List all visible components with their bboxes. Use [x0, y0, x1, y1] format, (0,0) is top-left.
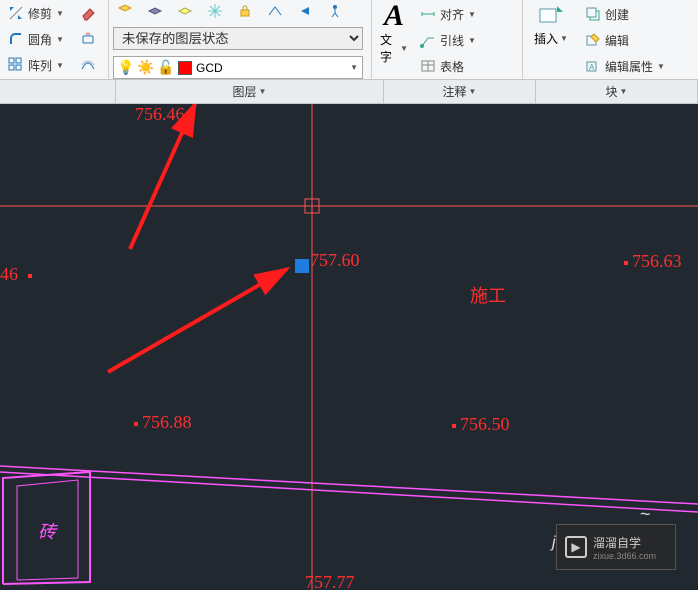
table-button[interactable]: 表格: [416, 56, 468, 77]
explode-icon: [80, 31, 96, 47]
chevron-down-icon: ▼: [468, 10, 476, 19]
annotation-arrows: [0, 104, 698, 590]
lock-open-icon: 🔓: [158, 60, 174, 76]
fillet-icon: [8, 31, 24, 47]
offset-icon: [80, 57, 96, 73]
chevron-down-icon: ▼: [56, 35, 64, 44]
eraser-icon: [80, 5, 96, 21]
layer-tool-1[interactable]: [113, 1, 137, 21]
layer-dropdown[interactable]: 💡 ☀️ 🔓 GCD ▼: [113, 56, 363, 79]
dim-align-button[interactable]: 对齐 ▼: [416, 4, 480, 25]
layer-prev-icon: [297, 3, 313, 19]
block-editattr-button[interactable]: A 编辑属性 ▼: [581, 56, 669, 77]
layer-tool-6[interactable]: [263, 1, 287, 21]
trim-icon: [8, 5, 24, 21]
layer-icon: [117, 3, 133, 19]
modify-group: 修剪 ▼ 圆角 ▼ 阵列 ▼: [0, 0, 72, 79]
block-group: 插入 ▼ 创建 编辑 A 编辑属性 ▼: [523, 0, 698, 79]
dim-align-label: 对齐: [440, 6, 464, 23]
create-icon: [585, 6, 601, 22]
chevron-down-icon: ▼: [620, 87, 628, 96]
chevron-down-icon: ▼: [259, 87, 267, 96]
array-label: 阵列: [28, 57, 52, 74]
text-icon: A: [384, 3, 404, 29]
table-label: 表格: [440, 58, 464, 75]
drawing-area[interactable]: 756.46 46 757.60 756.63 施工 756.88 756.50…: [0, 104, 698, 590]
modify-aux-group: [72, 0, 108, 79]
insert-label: 插入: [534, 30, 558, 47]
svg-text:A: A: [589, 63, 595, 72]
text-button[interactable]: A 文字 ▼: [376, 1, 412, 79]
chevron-down-icon: ▼: [56, 61, 64, 70]
chevron-down-icon: ▼: [657, 62, 665, 71]
layer-color-swatch: [178, 61, 192, 75]
layer-state-select[interactable]: 未保存的图层状态: [113, 27, 363, 50]
watermark-url: zixue.3d66.com: [593, 551, 656, 561]
ribbon: 修剪 ▼ 圆角 ▼ 阵列 ▼: [0, 0, 698, 80]
explode-button[interactable]: [76, 29, 100, 49]
trim-label: 修剪: [28, 5, 52, 22]
chevron-down-icon: ▼: [468, 36, 476, 45]
dim-icon: [420, 6, 436, 22]
layer-freeze-icon: [207, 3, 223, 19]
edit-icon: [585, 32, 601, 48]
block-editattr-label: 编辑属性: [605, 58, 653, 75]
array-button[interactable]: 阵列 ▼: [4, 55, 68, 76]
sun-icon: ☀️: [138, 60, 154, 76]
layer-tool-8[interactable]: [323, 1, 347, 21]
insert-button[interactable]: 插入 ▼: [527, 1, 575, 79]
block-create-label: 创建: [605, 6, 629, 23]
layer-tool-7[interactable]: [293, 1, 317, 21]
fillet-button[interactable]: 圆角 ▼: [4, 29, 68, 50]
erase-button[interactable]: [76, 3, 100, 23]
panel-block[interactable]: 块▼: [536, 80, 698, 103]
block-edit-button[interactable]: 编辑: [581, 30, 633, 51]
panel-annotation[interactable]: 注释▼: [384, 80, 536, 103]
leader-button[interactable]: 引线 ▼: [416, 30, 480, 51]
panel-layer[interactable]: 图层▼: [116, 80, 384, 103]
fillet-label: 圆角: [28, 31, 52, 48]
play-icon: ▶: [565, 536, 587, 558]
layer-tool-2[interactable]: [143, 1, 167, 21]
table-icon: [420, 58, 436, 74]
leader-icon: [420, 32, 436, 48]
leader-label: 引线: [440, 32, 464, 49]
layer-group: 未保存的图层状态 💡 ☀️ 🔓 GCD ▼: [109, 0, 371, 79]
layer-match-icon: [267, 3, 283, 19]
trim-button[interactable]: 修剪 ▼: [4, 3, 68, 24]
layer-off-icon: [147, 3, 163, 19]
attr-icon: A: [585, 58, 601, 74]
chevron-down-icon: ▼: [560, 34, 568, 43]
text-label: 文字: [380, 31, 398, 65]
layer-walk-icon: [327, 3, 343, 19]
layer-tool-4[interactable]: [203, 1, 227, 21]
chevron-down-icon: ▼: [56, 9, 64, 18]
chevron-down-icon: ▼: [350, 63, 358, 72]
block-create-button[interactable]: 创建: [581, 4, 633, 25]
watermark: ▶ 溜溜自学 zixue.3d66.com: [556, 524, 676, 570]
offset-button[interactable]: [76, 55, 100, 75]
annotation-group: A 文字 ▼ 对齐 ▼ 引线 ▼ 表格: [372, 0, 522, 79]
chevron-down-icon: ▼: [469, 87, 477, 96]
layer-lock-icon: [237, 3, 253, 19]
insert-icon: [537, 3, 565, 27]
chevron-down-icon: ▼: [400, 44, 408, 53]
layer-iso-icon: [177, 3, 193, 19]
layer-name: GCD: [196, 61, 346, 75]
array-icon: [8, 57, 24, 73]
block-edit-label: 编辑: [605, 32, 629, 49]
layer-tool-5[interactable]: [233, 1, 257, 21]
layer-tool-3[interactable]: [173, 1, 197, 21]
panel-titles: 图层▼ 注释▼ 块▼: [0, 80, 698, 104]
bulb-on-icon: 💡: [118, 60, 134, 76]
watermark-title: 溜溜自学: [593, 534, 656, 551]
